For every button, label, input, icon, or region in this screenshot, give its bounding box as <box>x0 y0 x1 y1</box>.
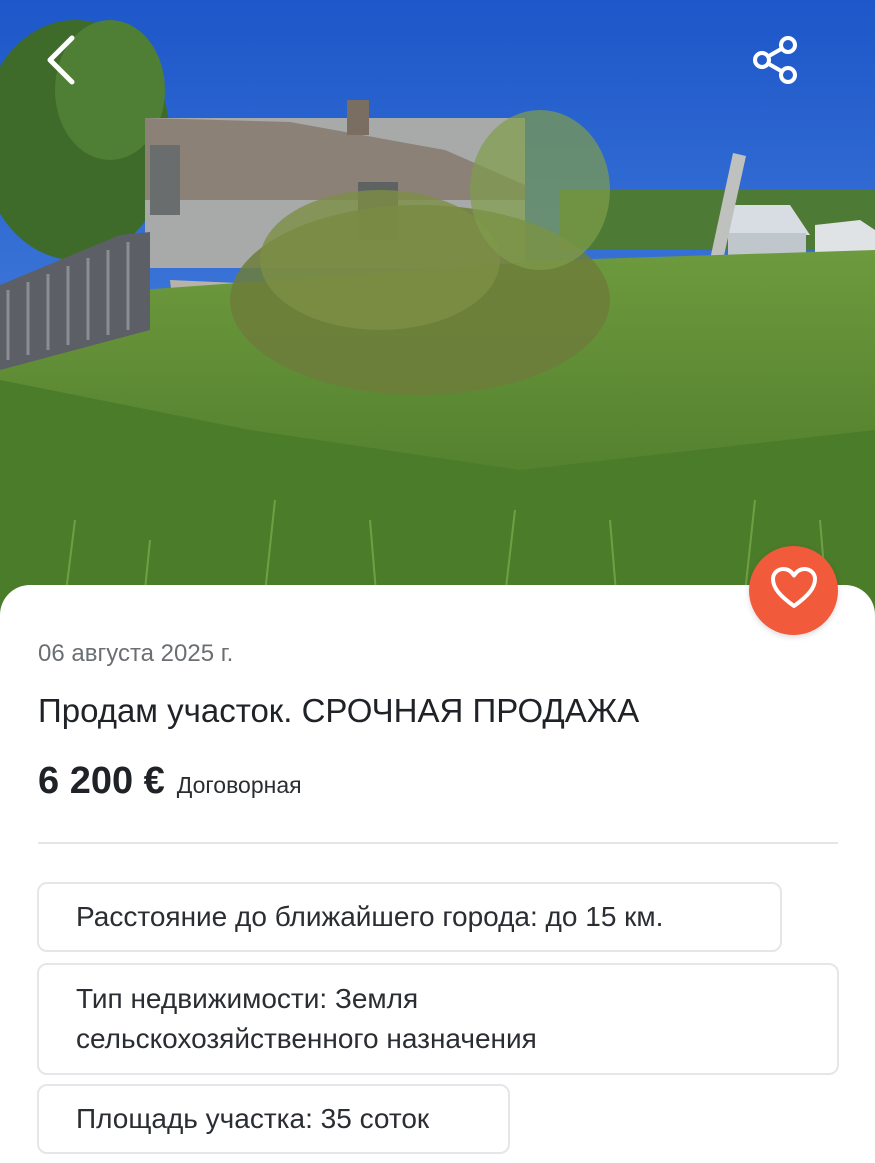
heart-icon <box>770 566 818 615</box>
attribute-property-type: Тип недвижимости: Земля сельскохозяйстве… <box>37 963 839 1075</box>
listing-date: 06 августа 2025 г. <box>38 640 234 667</box>
listing-photo[interactable] <box>0 0 875 640</box>
price-negotiable-note: Договорная <box>176 772 302 798</box>
back-button[interactable] <box>30 30 94 94</box>
price-row: 6 200 € Договорная <box>38 760 302 803</box>
attribute-plot-area: Площадь участка: 35 соток <box>37 1084 510 1154</box>
listing-title: Продам участок. СРОЧНАЯ ПРОДАЖА <box>38 692 640 729</box>
share-button[interactable] <box>744 30 808 94</box>
attribute-label: Тип недвижимости: Земля сельскохозяйстве… <box>76 983 537 1054</box>
divider <box>38 842 838 844</box>
listing-price: 6 200 € <box>38 760 165 802</box>
chevron-left-icon <box>42 32 82 93</box>
attribute-label: Расстояние до ближайшего города: до 15 к… <box>76 901 664 932</box>
attribute-label: Площадь участка: 35 соток <box>76 1103 430 1134</box>
listing-card <box>0 585 875 1163</box>
favorite-button[interactable] <box>749 546 838 635</box>
attribute-distance-to-city: Расстояние до ближайшего города: до 15 к… <box>37 882 782 952</box>
share-icon <box>750 34 802 91</box>
